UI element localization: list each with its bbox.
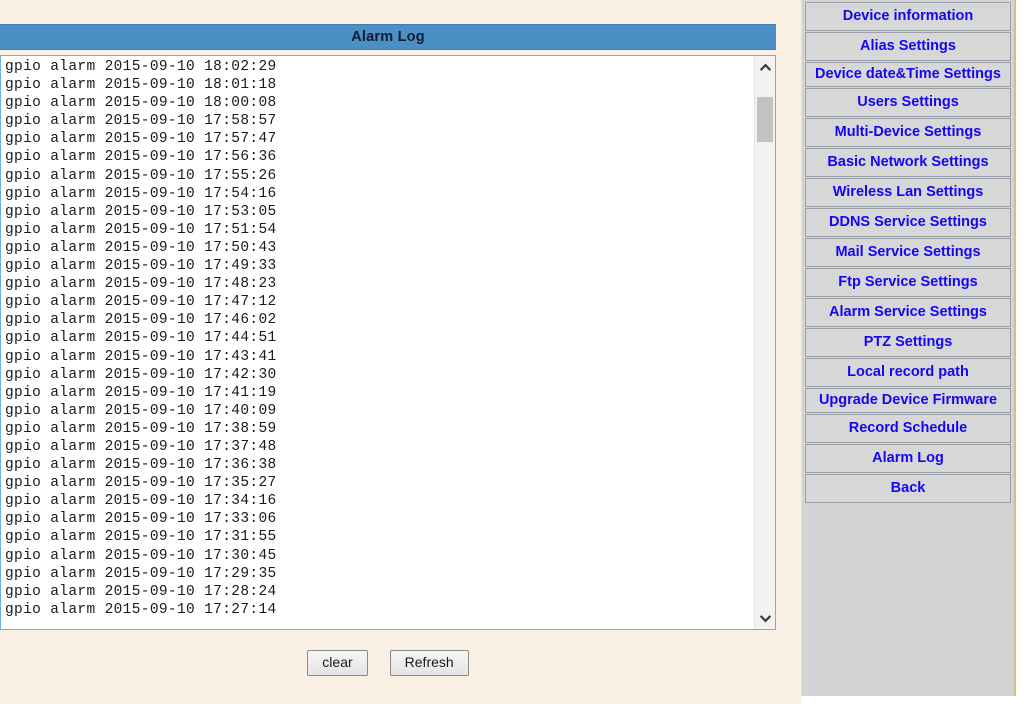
log-line: gpio alarm 2015-09-10 17:51:54 [5, 221, 277, 238]
log-line: gpio alarm 2015-09-10 17:48:23 [5, 276, 277, 293]
settings-sidebar: Device information Alias Settings Device d… [801, 0, 1016, 696]
sidebar-item-users-settings[interactable]: Users Settings [805, 88, 1011, 117]
clear-button[interactable]: clear [307, 650, 368, 676]
chevron-down-icon [759, 614, 771, 622]
log-line: gpio alarm 2015-09-10 17:40:09 [5, 402, 277, 419]
log-line: gpio alarm 2015-09-10 17:35:27 [5, 475, 277, 492]
log-line: gpio alarm 2015-09-10 17:44:51 [5, 330, 277, 347]
log-scrollbar[interactable] [754, 56, 775, 629]
page-title-bar: Alarm Log [0, 24, 776, 50]
log-line: gpio alarm 2015-09-10 18:02:29 [5, 59, 277, 75]
log-line: gpio alarm 2015-09-10 17:58:57 [5, 113, 277, 130]
log-line: gpio alarm 2015-09-10 17:53:05 [5, 203, 277, 220]
log-line: gpio alarm 2015-09-10 17:38:59 [5, 420, 277, 437]
sidebar-item-wireless-lan-settings[interactable]: Wireless Lan Settings [805, 178, 1011, 207]
log-line: gpio alarm 2015-09-10 17:54:16 [5, 185, 277, 202]
log-line: gpio alarm 2015-09-10 17:37:48 [5, 438, 277, 455]
log-line: gpio alarm 2015-09-10 17:31:55 [5, 529, 277, 546]
sidebar-item-multi-device-settings[interactable]: Multi-Device Settings [805, 118, 1011, 147]
log-line: gpio alarm 2015-09-10 17:49:33 [5, 258, 277, 275]
sidebar-item-mail-service-settings[interactable]: Mail Service Settings [805, 238, 1011, 267]
log-line: gpio alarm 2015-09-10 17:55:26 [5, 167, 277, 184]
log-line: gpio alarm 2015-09-10 17:33:06 [5, 511, 277, 528]
sidebar-menu: Device information Alias Settings Device d… [805, 2, 1011, 503]
scrollbar-up-button[interactable] [755, 56, 775, 78]
log-line: gpio alarm 2015-09-10 17:28:24 [5, 583, 277, 600]
log-line: gpio alarm 2015-09-10 17:30:45 [5, 547, 277, 564]
page-root: Alarm Log gpio alarm 2015-09-10 18:02:29… [0, 0, 1024, 704]
sidebar-item-ddns-service-settings[interactable]: DDNS Service Settings [805, 208, 1011, 237]
sidebar-item-alarm-log[interactable]: Alarm Log [805, 444, 1011, 473]
log-line: gpio alarm 2015-09-10 17:42:30 [5, 366, 277, 383]
sidebar-item-basic-network-settings[interactable]: Basic Network Settings [805, 148, 1011, 177]
sidebar-item-upgrade-device-firmware[interactable]: Upgrade Device Firmware [805, 388, 1011, 413]
sidebar-item-device-date-time-settings[interactable]: Device date&Time Settings [805, 62, 1011, 87]
log-line: gpio alarm 2015-09-10 17:47:12 [5, 294, 277, 311]
log-line: gpio alarm 2015-09-10 17:43:41 [5, 348, 277, 365]
log-line: gpio alarm 2015-09-10 17:41:19 [5, 384, 277, 401]
main-content-panel: Alarm Log gpio alarm 2015-09-10 18:02:29… [0, 0, 801, 704]
scrollbar-down-button[interactable] [755, 607, 775, 629]
sidebar-item-device-information[interactable]: Device information [805, 2, 1011, 31]
sidebar-item-ftp-service-settings[interactable]: Ftp Service Settings [805, 268, 1011, 297]
alarm-log-content[interactable]: gpio alarm 2015-09-10 18:02:29 gpio alarm… [1, 56, 754, 629]
log-line: gpio alarm 2015-09-10 17:34:16 [5, 493, 277, 510]
sidebar-item-alias-settings[interactable]: Alias Settings [805, 32, 1011, 61]
sidebar-item-back[interactable]: Back [805, 474, 1011, 503]
log-line: gpio alarm 2015-09-10 18:01:18 [5, 77, 277, 94]
log-line: gpio alarm 2015-09-10 17:50:43 [5, 239, 277, 256]
log-line: gpio alarm 2015-09-10 17:57:47 [5, 131, 277, 148]
alarm-log-textarea[interactable]: gpio alarm 2015-09-10 18:02:29 gpio alarm… [0, 55, 776, 630]
log-line: gpio alarm 2015-09-10 17:56:36 [5, 149, 277, 166]
chevron-up-icon [759, 63, 771, 71]
log-line: gpio alarm 2015-09-10 18:00:08 [5, 95, 277, 112]
sidebar-item-local-record-path[interactable]: Local record path [805, 358, 1011, 387]
log-line: gpio alarm 2015-09-10 17:46:02 [5, 312, 277, 329]
scrollbar-thumb[interactable] [757, 97, 773, 142]
sidebar-item-record-schedule[interactable]: Record Schedule [805, 414, 1011, 443]
refresh-button[interactable]: Refresh [389, 650, 469, 676]
sidebar-item-ptz-settings[interactable]: PTZ Settings [805, 328, 1011, 357]
page-title: Alarm Log [351, 29, 425, 45]
sidebar-item-alarm-service-settings[interactable]: Alarm Service Settings [805, 298, 1011, 327]
log-line: gpio alarm 2015-09-10 17:27:14 [5, 601, 277, 618]
log-action-buttons: clear Refresh [0, 650, 776, 684]
log-line: gpio alarm 2015-09-10 17:29:35 [5, 565, 277, 582]
log-line: gpio alarm 2015-09-10 17:36:38 [5, 457, 277, 474]
